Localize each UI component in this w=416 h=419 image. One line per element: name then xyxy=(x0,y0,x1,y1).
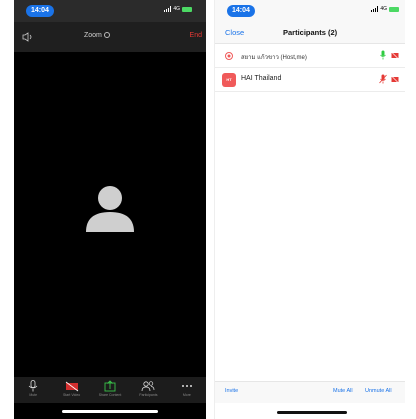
participant-row-host[interactable]: สยาม แก้วขาว (Host,me) xyxy=(215,44,405,68)
video-off-icon xyxy=(391,51,399,60)
participants-nav-bar: Close Participants (2) xyxy=(215,22,405,44)
screen: 14:04 4G Zoom End Mute Start Video Share… xyxy=(0,0,416,419)
status-time: 14:04 xyxy=(227,5,255,17)
participant-list: สยาม แก้วขาว (Host,me) HT HAI Thailand xyxy=(215,44,405,92)
participants-screen: 14:04 4G Close Participants (2) สยาม แก้… xyxy=(214,0,405,419)
meeting-toolbar: Mute Start Video Share Content Participa… xyxy=(14,377,206,403)
more-button[interactable]: More xyxy=(168,377,206,403)
page-title: Participants (2) xyxy=(283,28,338,37)
participant-name: สยาม แก้วขาว (Host,me) xyxy=(241,55,307,61)
meeting-top-bar: Zoom End xyxy=(14,22,206,52)
participants-button[interactable]: Participants xyxy=(129,377,167,403)
status-bar: 14:04 4G xyxy=(215,0,405,22)
participant-avatar: HT xyxy=(222,73,236,87)
video-off-icon xyxy=(65,381,78,392)
video-off-icon xyxy=(391,75,399,84)
start-video-button[interactable]: Start Video xyxy=(52,377,90,403)
host-avatar-icon xyxy=(225,52,233,60)
participant-row[interactable]: HT HAI Thailand xyxy=(215,68,405,92)
participant-name: HAI Thailand xyxy=(241,75,282,82)
share-icon xyxy=(104,380,116,392)
microphone-icon xyxy=(28,380,38,392)
user-avatar-icon xyxy=(86,186,134,232)
home-indicator-area xyxy=(215,403,405,419)
meeting-title[interactable]: Zoom xyxy=(84,32,110,39)
participants-icon xyxy=(142,381,155,392)
end-button[interactable]: End xyxy=(190,32,202,39)
status-time: 14:04 xyxy=(26,5,54,17)
mute-all-button[interactable]: Mute All xyxy=(333,388,353,394)
info-icon xyxy=(103,32,110,38)
status-bar: 14:04 4G xyxy=(14,0,206,22)
close-button[interactable]: Close xyxy=(225,28,244,37)
mic-on-icon xyxy=(380,50,386,60)
invite-button[interactable]: Invite xyxy=(225,388,238,394)
battery-icon xyxy=(182,6,192,12)
network-label: 4G xyxy=(380,6,387,12)
status-icons: 4G xyxy=(371,6,399,12)
video-area xyxy=(14,52,206,377)
more-icon xyxy=(181,385,192,387)
participants-bottom-bar: Invite Mute All Unmute All xyxy=(215,381,405,403)
home-indicator-area xyxy=(14,403,206,419)
battery-icon xyxy=(389,6,399,12)
mic-muted-icon xyxy=(379,74,387,84)
meeting-screen: 14:04 4G Zoom End Mute Start Video Share… xyxy=(14,0,206,419)
participant-status-icons xyxy=(379,74,399,84)
unmute-all-button[interactable]: Unmute All xyxy=(365,388,392,394)
home-indicator[interactable] xyxy=(62,410,158,413)
signal-icon xyxy=(371,6,379,12)
speaker-icon[interactable] xyxy=(22,32,34,42)
status-icons: 4G xyxy=(164,6,192,12)
signal-icon xyxy=(164,6,172,12)
share-content-button[interactable]: Share Content xyxy=(91,377,129,403)
participant-status-icons xyxy=(379,50,399,60)
home-indicator[interactable] xyxy=(277,411,347,414)
network-label: 4G xyxy=(173,6,180,12)
mute-button[interactable]: Mute xyxy=(14,377,52,403)
